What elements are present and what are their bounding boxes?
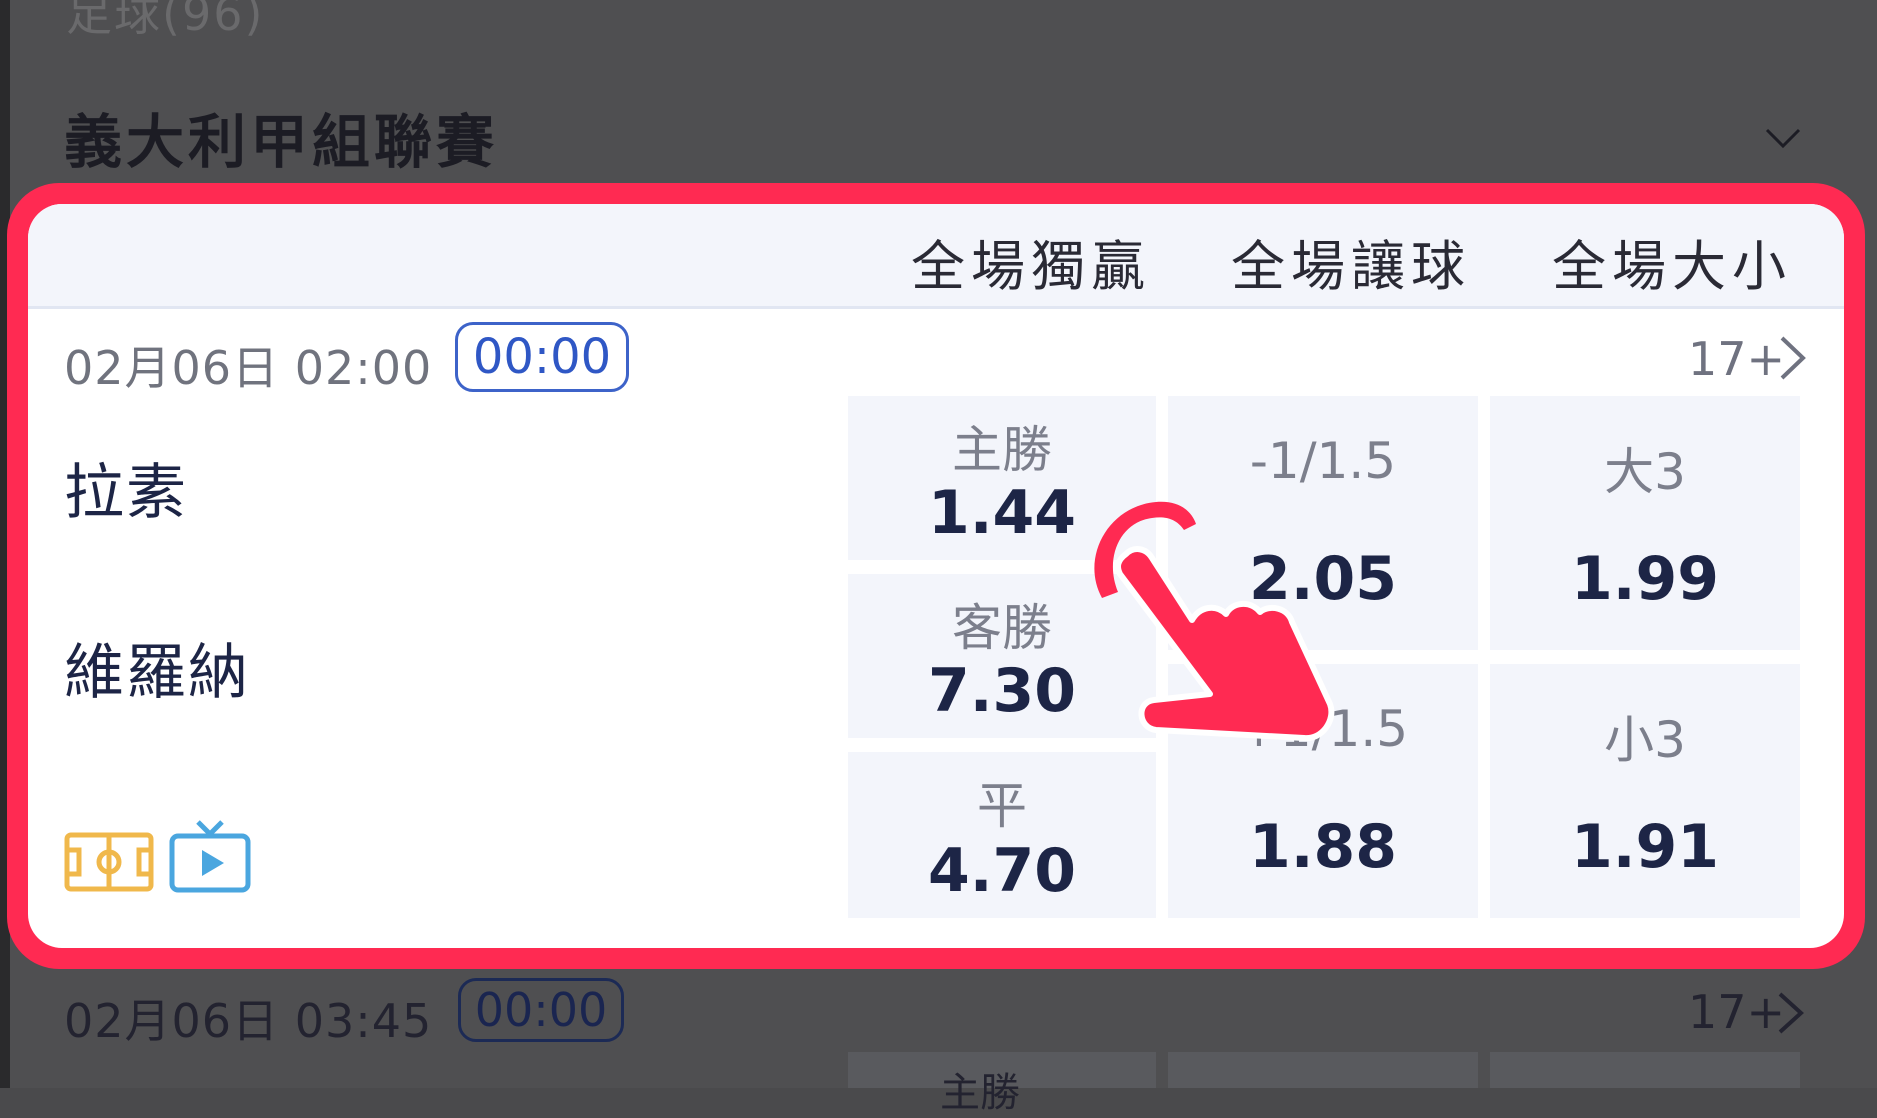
chevron-down-icon[interactable] bbox=[1764, 118, 1802, 156]
total-line: 小3 bbox=[1604, 711, 1686, 769]
odds-value: 1.88 bbox=[1248, 812, 1398, 882]
next-match-time: 02月06日 03:45 bbox=[64, 994, 433, 1048]
tv-play-icon[interactable] bbox=[168, 818, 252, 894]
next-match-partial-label: 主勝 bbox=[940, 1070, 1020, 1116]
chevron-right-icon[interactable] bbox=[1776, 990, 1806, 1036]
next-match-more-count[interactable]: 17+ bbox=[1688, 985, 1785, 1039]
section-count-label: 足球(96) bbox=[66, 0, 265, 41]
odds-cell-over[interactable]: 大3 1.99 bbox=[1490, 396, 1800, 650]
odds-value: 1.99 bbox=[1570, 544, 1720, 614]
live-timer-badge: 00:00 bbox=[455, 322, 629, 392]
odds-label: 平 bbox=[977, 777, 1027, 835]
handicap-line: -1/1.5 bbox=[1249, 432, 1397, 490]
odds-value: 4.70 bbox=[927, 836, 1077, 906]
header-moneyline: 全場獨贏 bbox=[911, 235, 1151, 298]
pitch-icon[interactable] bbox=[64, 832, 154, 892]
away-team: 維羅納 bbox=[64, 638, 250, 708]
odds-value: 1.91 bbox=[1570, 812, 1720, 882]
odds-cell-under[interactable]: 小3 1.91 bbox=[1490, 664, 1800, 918]
home-team: 拉素 bbox=[64, 458, 188, 528]
next-match-cell[interactable] bbox=[1168, 1052, 1478, 1088]
match-time: 02月06日 02:00 bbox=[64, 341, 433, 395]
league-title: 義大利甲組聯賽 bbox=[64, 108, 499, 176]
header-over-under: 全場大小 bbox=[1552, 235, 1792, 298]
odds-label: 主勝 bbox=[952, 421, 1052, 479]
total-line: 大3 bbox=[1604, 443, 1686, 501]
next-match-live-badge: 00:00 bbox=[458, 978, 624, 1042]
hand-pointer-icon bbox=[1094, 501, 1335, 742]
match-card: 全場獨贏 全場讓球 全場大小 02月06日 02:00 00:00 17+ 拉素… bbox=[28, 204, 1844, 948]
odds-cell-draw[interactable]: 平 4.70 bbox=[848, 752, 1156, 918]
chevron-right-icon[interactable] bbox=[1778, 334, 1808, 382]
next-match-cell[interactable] bbox=[1490, 1052, 1800, 1088]
more-markets-count[interactable]: 17+ bbox=[1688, 332, 1785, 386]
header-handicap: 全場讓球 bbox=[1231, 235, 1471, 298]
